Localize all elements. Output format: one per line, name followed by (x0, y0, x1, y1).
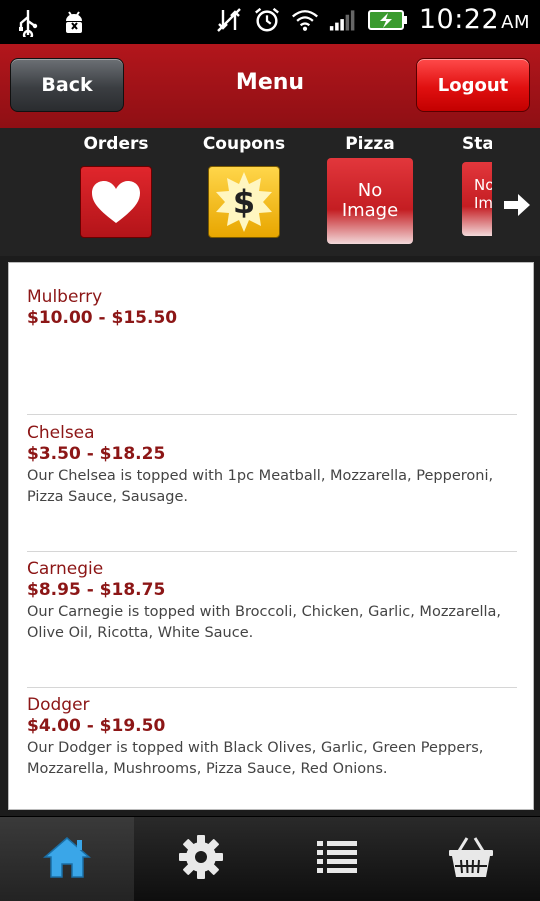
category-label: Pizza (345, 134, 395, 154)
app-header: Back Menu Logout (0, 44, 540, 128)
list-icon (315, 839, 359, 879)
usb-icon (14, 8, 42, 38)
alarm-icon (253, 5, 281, 35)
category-coupons[interactable]: Coupons $ (196, 128, 292, 238)
heart-icon (80, 166, 152, 238)
nav-menu-list[interactable] (270, 817, 404, 901)
item-price: $8.95 - $18.75 (27, 580, 166, 600)
page-title: Menu (235, 70, 305, 95)
item-name: Chelsea (27, 423, 95, 443)
item-name: Carnegie (27, 559, 104, 579)
dollar-burst-icon: $ (208, 166, 280, 238)
category-label: Coupons (202, 134, 286, 154)
signal-icon (329, 5, 357, 35)
item-name: Dodger (27, 695, 90, 715)
clock: 10:22 AM (418, 4, 530, 35)
item-description: Our Chelsea is topped with 1pc Meatball,… (27, 468, 494, 505)
category-pizza[interactable]: Pizza No Image (322, 128, 418, 244)
item-price: $10.00 - $15.50 (27, 308, 178, 328)
data-off-icon (215, 5, 243, 35)
category-strip: Orders Coupons $ Pizza No Image Star No … (0, 128, 540, 256)
gear-icon (178, 834, 224, 884)
home-icon (42, 835, 92, 883)
no-image-text: Image (474, 194, 492, 212)
no-image-placeholder: No Image (462, 162, 492, 236)
menu-item[interactable]: Carnegie $8.95 - $18.75 Our Carnegie is … (27, 559, 517, 644)
category-star[interactable]: Star No Image (432, 128, 492, 236)
item-description: Our Dodger is topped with Black Olives, … (27, 740, 484, 777)
divider (27, 551, 517, 552)
category-orders[interactable]: Orders (68, 128, 164, 238)
no-image-text: No (357, 180, 383, 201)
wifi-icon (291, 5, 319, 35)
item-price: $3.50 - $18.25 (27, 444, 166, 464)
menu-item[interactable]: Dodger $4.00 - $19.50 Our Dodger is topp… (27, 695, 517, 780)
divider (27, 414, 517, 415)
item-price: $4.00 - $19.50 (27, 716, 166, 736)
item-name: Mulberry (27, 287, 103, 307)
battery-charging-icon (367, 5, 409, 35)
basket-icon (447, 835, 495, 883)
no-image-text: Image (341, 200, 399, 221)
menu-list: Mulberry $10.00 - $15.50 Chelsea $3.50 -… (8, 262, 534, 810)
no-image-text: No (474, 176, 492, 194)
logout-button[interactable]: Logout (416, 58, 530, 112)
status-bar: 10:22 AM (0, 0, 540, 44)
bottom-nav (0, 816, 540, 901)
scroll-right-arrow-icon[interactable] (502, 190, 532, 220)
back-button[interactable]: Back (10, 58, 124, 112)
menu-item[interactable]: Chelsea $3.50 - $18.25 Our Chelsea is to… (27, 423, 517, 508)
nav-settings[interactable] (134, 817, 268, 901)
category-label: Orders (83, 134, 149, 154)
divider (27, 687, 517, 688)
android-debug-icon (60, 8, 88, 38)
category-label: Star (462, 134, 492, 154)
menu-item[interactable]: Mulberry $10.00 - $15.50 (27, 287, 517, 330)
svg-text:$: $ (233, 183, 255, 221)
nav-home[interactable] (0, 817, 134, 901)
item-description: Our Carnegie is topped with Broccoli, Ch… (27, 604, 502, 641)
nav-cart[interactable] (404, 817, 538, 901)
no-image-placeholder: No Image (327, 158, 413, 244)
